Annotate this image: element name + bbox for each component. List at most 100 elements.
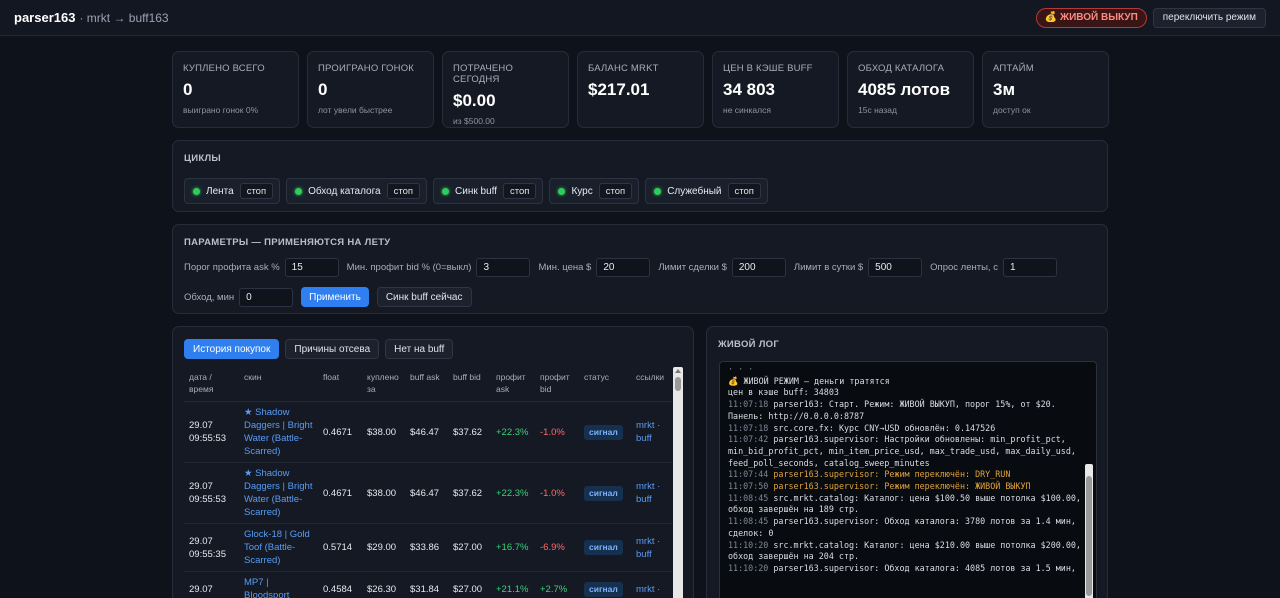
links-cell[interactable]: mrkt ·: [631, 571, 672, 598]
live-log-title: Живой лог: [718, 339, 780, 350]
links-cell[interactable]: mrkt · buff: [631, 401, 672, 463]
log-line: 💰 ЖИВОЙ РЕЖИМ — деньги тратятся: [728, 376, 1088, 388]
history-table: дата / время скин float куплено за buff …: [184, 365, 672, 598]
profit-ask-input[interactable]: [284, 258, 339, 277]
stat-label: Потрачено сегодня: [453, 63, 514, 85]
stat-card-spent-today: Потрачено сегодня $0.00 из $500.00: [442, 51, 569, 128]
log-line: цен в кэше buff: 34803: [728, 387, 1088, 399]
table-row: 29.07 MP7 | Bloodsport 0.4584 $26.30 $31…: [184, 571, 672, 598]
stop-button[interactable]: стоп: [598, 183, 633, 199]
params-title: Параметры — применяются на лету: [184, 237, 391, 248]
profit-bid-cell: -1.0%: [535, 401, 579, 463]
time: 09:55:53: [189, 494, 226, 505]
column-header: профит ask: [491, 365, 535, 402]
log-time: 11:07:18: [728, 422, 769, 433]
log-time: 11:08:45: [728, 492, 769, 503]
links-cell[interactable]: mrkt · buff: [631, 523, 672, 572]
stat-card-uptime: Аптайм 3м доступ ок: [982, 51, 1109, 128]
profit-bid-cell: +2.7%: [535, 571, 579, 598]
table-row: 29.07 09:55:35 Glock-18 | Gold Toof (Batt…: [184, 523, 672, 572]
status-cell: сигнал: [579, 401, 631, 463]
log-scroll-thumb[interactable]: [1086, 476, 1092, 596]
tab-purchase-history[interactable]: История покупок: [184, 339, 280, 359]
status-badge: сигнал: [584, 581, 623, 597]
date: 29.07: [189, 481, 213, 492]
date: 29.07: [189, 583, 213, 595]
stat-sub: лот увели быстрее: [318, 105, 393, 115]
stat-sub: доступ ок: [993, 105, 1031, 115]
buff-bid-cell: $27.00: [448, 523, 491, 572]
profit-ask-cell: +21.1%: [491, 571, 535, 598]
stat-value: 3м: [993, 80, 1016, 99]
skin-link[interactable]: ★ Shadow Daggers | Bright Water (Battle-…: [239, 401, 318, 463]
param-label: Опрос ленты, с: [930, 262, 998, 273]
skin-link[interactable]: MP7 | Bloodsport: [239, 571, 318, 598]
buff-bid-cell: $37.62: [448, 462, 491, 524]
stop-button[interactable]: стоп: [239, 183, 274, 199]
log-line: 11:07:18 parser163: Старт. Режим: ЖИВОЙ …: [728, 399, 1088, 422]
tab-not-on-buff[interactable]: Нет на buff: [385, 339, 454, 359]
status-dot-icon: [193, 187, 200, 195]
log-text: цен в кэше buff: 34803: [728, 387, 839, 398]
log-scrollbar[interactable]: [1085, 464, 1093, 598]
cycles-panel: Циклы Лента стоп Обход каталога стоп Син…: [172, 140, 1108, 212]
top-actions: 💰 ЖИВОЙ ВЫКУП переключить режим: [1035, 7, 1266, 28]
daily-limit-input[interactable]: [868, 258, 923, 277]
log-line-warn: 11:07:44 parser163.supervisor: Режим пер…: [728, 469, 1088, 481]
buff-ask-cell: $33.86: [405, 523, 448, 572]
params-row-2: Обход, мин Применить Синк buff сейчас: [184, 287, 1096, 307]
switch-mode-button[interactable]: переключить режим: [1152, 7, 1266, 28]
status-badge: сигнал: [584, 540, 623, 555]
live-mode-badge: 💰 ЖИВОЙ ВЫКУП: [1035, 7, 1147, 28]
links-cell[interactable]: mrkt · buff: [631, 462, 672, 524]
feed-poll-input[interactable]: [1002, 258, 1057, 277]
scroll-up-icon[interactable]: [675, 369, 681, 373]
status-dot-icon: [558, 187, 566, 195]
bought-cell: $38.00: [362, 462, 405, 524]
log-line: 11:10:20 parser163.supervisor: Обход кат…: [728, 563, 1088, 575]
stop-button[interactable]: стоп: [386, 183, 421, 199]
stat-label: Обход каталога: [858, 63, 945, 74]
stop-button[interactable]: стоп: [727, 183, 761, 199]
stat-value: 4085 лотов: [858, 80, 951, 99]
date: 29.07: [189, 420, 213, 431]
column-header: куплено за: [362, 365, 405, 402]
status-dot-icon: [654, 187, 662, 195]
trade-limit-input[interactable]: [731, 258, 786, 277]
log-text: parser163.supervisor: Обход каталога: 40…: [773, 562, 1076, 573]
log-time: 11:07:44: [728, 469, 769, 480]
history-scrollbar[interactable]: [673, 367, 683, 598]
status-dot-icon: [442, 187, 450, 195]
log-text: src.mrkt.catalog: Каталог: цена $100.50 …: [728, 492, 1087, 515]
min-price-input[interactable]: [596, 258, 651, 277]
table-row: 29.07 09:55:53 ★ Shadow Daggers | Bright …: [184, 462, 672, 524]
float-cell: 0.4671: [318, 462, 362, 524]
log-time: 11:07:50: [728, 481, 769, 492]
cycle-catalog: Обход каталога стоп: [286, 178, 428, 204]
cycle-label: Обход каталога: [308, 185, 381, 197]
log-line: 11:08:45 parser163.supervisor: Обход кат…: [728, 516, 1088, 539]
param-label: Порог профита ask %: [184, 262, 280, 273]
tab-reject-reasons[interactable]: Причины отсева: [285, 339, 380, 359]
history-table-wrap[interactable]: дата / время скин float куплено за buff …: [184, 365, 684, 598]
log-output[interactable]: · · · 💰 ЖИВОЙ РЕЖИМ — деньги тратятся це…: [719, 361, 1097, 598]
profit-bid-cell: -1.0%: [535, 462, 579, 524]
apply-button[interactable]: Применить: [301, 287, 369, 307]
skin-link[interactable]: Glock-18 | Gold Toof (Battle-Scarred): [239, 523, 318, 572]
log-text: parser163.supervisor: Обход каталога: 37…: [728, 516, 1081, 538]
profit-ask-cell: +22.3%: [491, 401, 535, 463]
scroll-thumb[interactable]: [675, 377, 681, 391]
log-time: 11:08:45: [728, 516, 769, 527]
stop-button[interactable]: стоп: [503, 183, 537, 199]
column-header: buff bid: [448, 365, 491, 402]
sync-buff-button[interactable]: Синк buff сейчас: [376, 287, 472, 307]
sweep-minutes-input[interactable]: [239, 287, 294, 307]
param-label: Обход, мин: [184, 291, 235, 303]
top-bar: parser163 · mrkt → buff163 💰 ЖИВОЙ ВЫКУП…: [0, 0, 1280, 36]
profit-bid-input[interactable]: [476, 258, 531, 277]
column-header: float: [318, 365, 362, 402]
float-cell: 0.5714: [318, 523, 362, 572]
cycle-label: Синк buff: [455, 185, 498, 197]
status-cell: сигнал: [579, 462, 631, 524]
skin-link[interactable]: ★ Shadow Daggers | Bright Water (Battle-…: [239, 462, 318, 524]
